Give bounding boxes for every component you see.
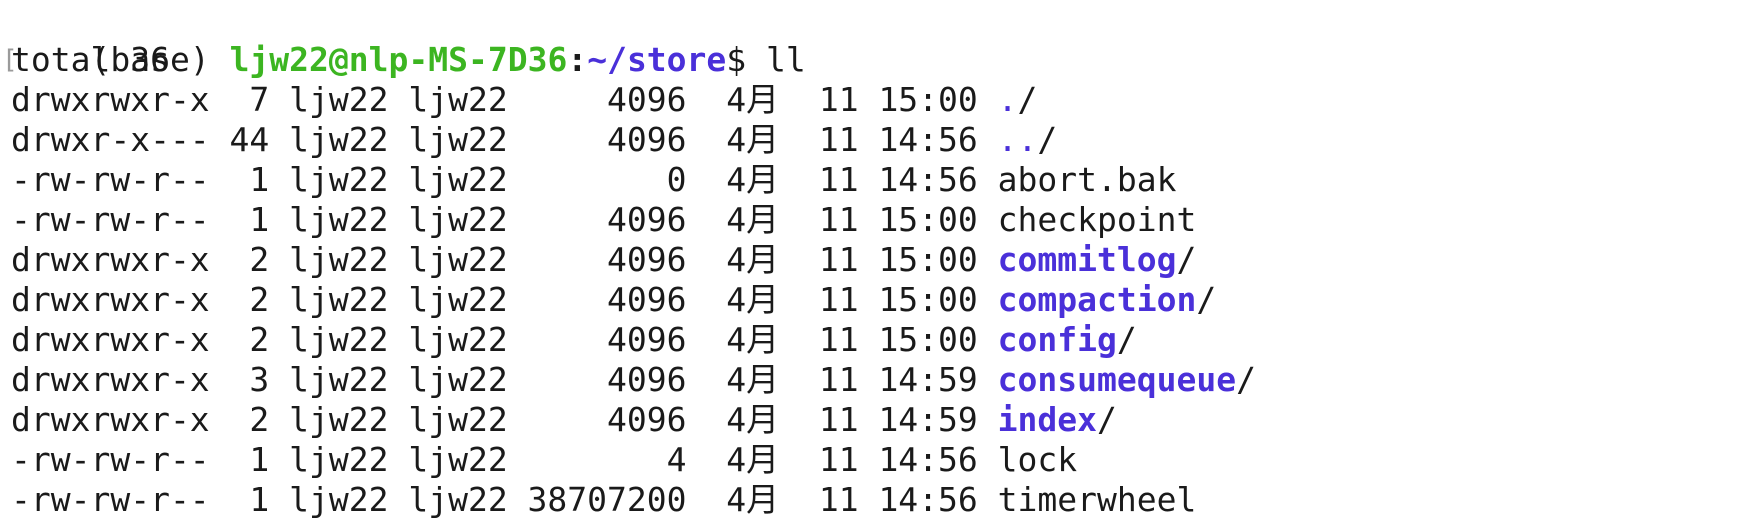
entry-suffix: /	[1116, 320, 1137, 359]
line-marker: [	[2, 45, 18, 75]
entry-name[interactable]: compaction	[998, 280, 1197, 319]
entry-suffix: /	[1236, 360, 1256, 399]
entry-name[interactable]: .	[998, 80, 1018, 119]
entry-meta: -rw-rw-r-- 1 ljw22 ljw22 4 4月 11 14:56	[11, 440, 998, 479]
list-item: -rw-rw-r-- 1 ljw22 ljw22 4096 4月 11 15:0…	[11, 200, 1760, 240]
entry-suffix: /	[1097, 400, 1117, 439]
list-item: drwxrwxr-x 2 ljw22 ljw22 4096 4月 11 14:5…	[11, 400, 1760, 440]
entry-meta: drwxrwxr-x 7 ljw22 ljw22 4096 4月 11 15:0…	[11, 80, 998, 119]
entry-meta: drwxrwxr-x 2 ljw22 ljw22 4096 4月 11 14:5…	[11, 400, 998, 439]
list-item: -rw-rw-r-- 1 ljw22 ljw22 38707200 4月 11 …	[11, 480, 1760, 520]
listing: drwxrwxr-x 7 ljw22 ljw22 4096 4月 11 15:0…	[11, 80, 1760, 520]
prompt-env: (base)	[90, 40, 230, 79]
entry-meta: drwxrwxr-x 3 ljw22 ljw22 4096 4月 11 14:5…	[11, 360, 998, 399]
entry-meta: -rw-rw-r-- 1 ljw22 ljw22 4096 4月 11 15:0…	[11, 200, 998, 239]
entry-name[interactable]: lock	[998, 440, 1077, 479]
prompt-command[interactable]: ll	[766, 40, 806, 79]
entry-meta: -rw-rw-r-- 1 ljw22 ljw22 0 4月 11 14:56	[11, 160, 998, 199]
entry-meta: drwxrwxr-x 2 ljw22 ljw22 4096 4月 11 15:0…	[11, 320, 998, 359]
list-item: drwxrwxr-x 7 ljw22 ljw22 4096 4月 11 15:0…	[11, 80, 1760, 120]
list-item: drwxrwxr-x 3 ljw22 ljw22 4096 4月 11 14:5…	[11, 360, 1760, 400]
list-item: -rw-rw-r-- 1 ljw22 ljw22 0 4月 11 14:56 a…	[11, 160, 1760, 200]
entry-meta: drwxrwxr-x 2 ljw22 ljw22 4096 4月 11 15:0…	[11, 280, 998, 319]
prompt-user-host: ljw22@nlp-MS-7D36	[229, 40, 568, 79]
prompt-path: ~/store	[587, 40, 727, 79]
list-item: drwxrwxr-x 2 ljw22 ljw22 4096 4月 11 15:0…	[11, 320, 1760, 360]
entry-name[interactable]: commitlog	[998, 240, 1177, 279]
terminal-window[interactable]: [(base) ljw22@nlp-MS-7D36:~/store$ ll to…	[0, 0, 1760, 522]
entry-meta: drwxrwxr-x 2 ljw22 ljw22 4096 4月 11 15:0…	[11, 240, 998, 279]
entry-name[interactable]: timerwheel	[998, 480, 1197, 519]
entry-name[interactable]: abort.bak	[998, 160, 1177, 199]
entry-name[interactable]: ..	[998, 120, 1038, 159]
entry-suffix: /	[1176, 240, 1197, 279]
entry-name[interactable]: index	[998, 400, 1097, 439]
prompt-line: [ (base) ljw22@nlp-MS-7D36:~/store$ ll	[2, 0, 1760, 79]
prompt-symbol: $	[726, 40, 767, 79]
entry-suffix: /	[1196, 280, 1217, 319]
list-item: -rw-rw-r-- 1 ljw22 ljw22 4 4月 11 14:56 l…	[11, 440, 1760, 480]
entry-name[interactable]: consumequeue	[998, 360, 1236, 399]
list-item: drwxrwxr-x 2 ljw22 ljw22 4096 4月 11 15:0…	[11, 240, 1760, 280]
entry-suffix: /	[1017, 80, 1038, 119]
prompt-separator: :	[567, 40, 588, 79]
entry-meta: drwxr-x--- 44 ljw22 ljw22 4096 4月 11 14:…	[11, 120, 998, 159]
list-item: drwxrwxr-x 2 ljw22 ljw22 4096 4月 11 15:0…	[11, 280, 1760, 320]
list-item: drwxr-x--- 44 ljw22 ljw22 4096 4月 11 14:…	[11, 120, 1760, 160]
entry-name[interactable]: checkpoint	[998, 200, 1197, 239]
entry-name[interactable]: config	[998, 320, 1117, 359]
entry-meta: -rw-rw-r-- 1 ljw22 ljw22 38707200 4月 11 …	[11, 480, 998, 519]
entry-suffix: /	[1037, 120, 1058, 159]
